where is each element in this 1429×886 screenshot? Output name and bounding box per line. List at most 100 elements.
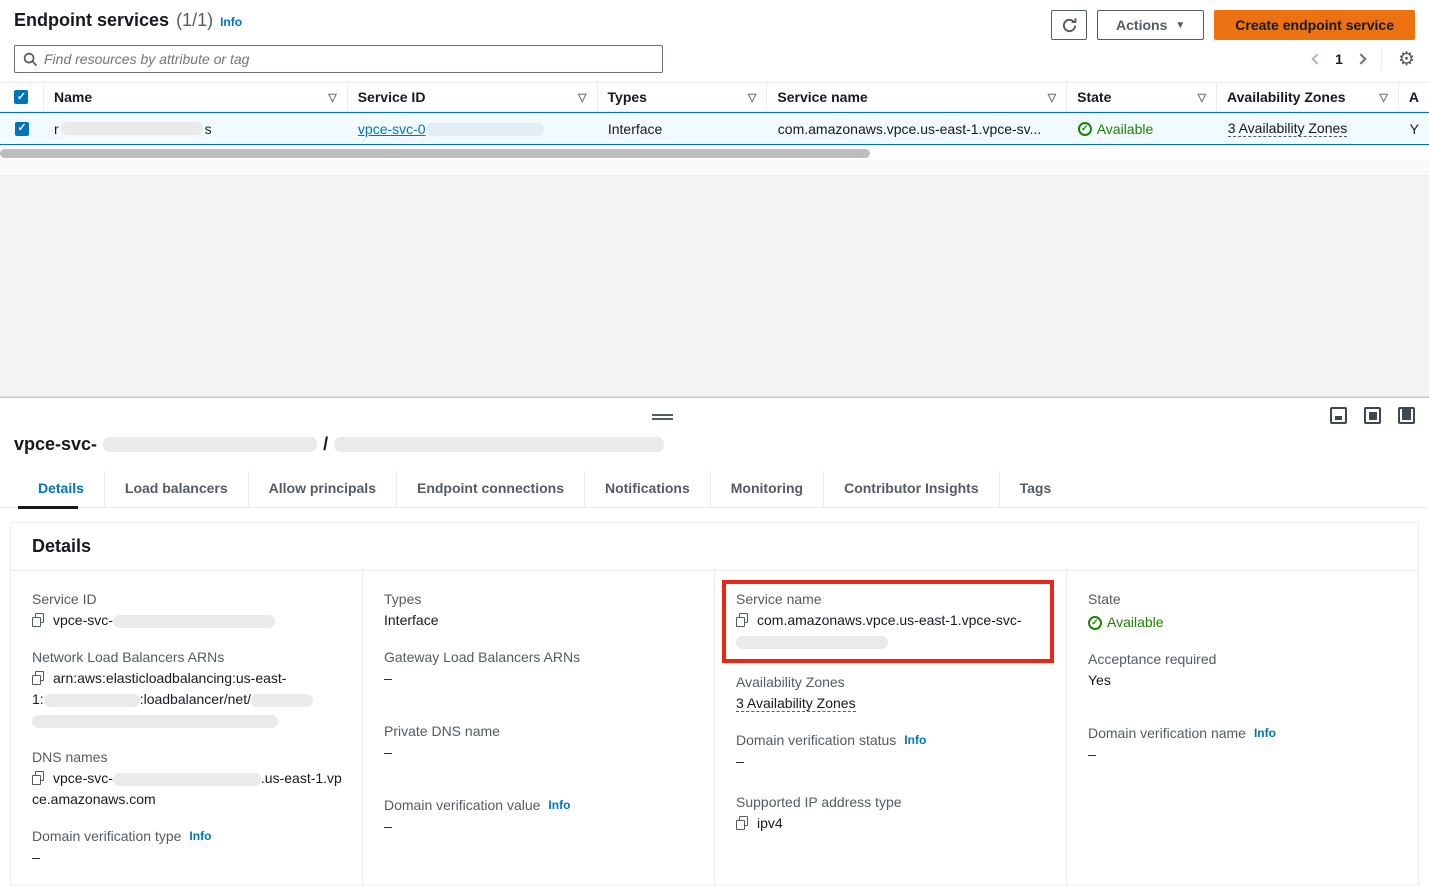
info-link[interactable]: Info xyxy=(1254,726,1276,740)
sort-icon[interactable]: ▽ xyxy=(748,91,756,104)
field-supported-ip: Supported IP address type ipv4 xyxy=(736,794,1046,834)
info-link[interactable]: Info xyxy=(548,798,570,812)
sort-icon[interactable]: ▽ xyxy=(578,91,586,104)
field-service-id: Service ID vpce-svc- xyxy=(32,591,342,631)
page-title: Endpoint services xyxy=(14,10,169,31)
horizontal-scrollbar-thumb[interactable] xyxy=(0,149,870,158)
header-info-link[interactable]: Info xyxy=(220,15,242,29)
tab-monitoring[interactable]: Monitoring xyxy=(711,471,824,507)
tab-tags[interactable]: Tags xyxy=(1000,471,1072,507)
sort-icon[interactable]: ▽ xyxy=(1379,91,1387,104)
tab-notifications[interactable]: Notifications xyxy=(585,471,711,507)
tab-load-balancers[interactable]: Load balancers xyxy=(105,471,249,507)
panel-title: vpce-svc- / xyxy=(0,398,1429,455)
endpoint-services-table: ✓ Name ▽ Service ID ▽ Types ▽ Service na… xyxy=(0,82,1429,145)
next-page-icon[interactable] xyxy=(1355,53,1366,64)
search-input[interactable] xyxy=(44,51,654,67)
row-checkbox[interactable]: ✓ xyxy=(15,122,29,136)
caret-down-icon: ▼ xyxy=(1175,20,1185,31)
redacted-value xyxy=(251,694,313,707)
check-circle-icon: ✓ xyxy=(1078,122,1092,136)
column-header-service-id[interactable]: Service ID ▽ xyxy=(348,83,598,111)
column-header-name[interactable]: Name ▽ xyxy=(44,83,348,111)
header-buttons: Actions ▼ Create endpoint service xyxy=(1051,10,1415,40)
toolbar-row: 1 ⚙ xyxy=(0,40,1429,74)
create-endpoint-service-button[interactable]: Create endpoint service xyxy=(1214,10,1415,40)
redacted-value xyxy=(113,615,275,628)
redacted-value xyxy=(44,694,140,707)
redacted-value xyxy=(113,773,261,786)
tab-details[interactable]: Details xyxy=(18,471,105,507)
column-header-availability-zones[interactable]: Availability Zones ▽ xyxy=(1217,83,1399,111)
info-link[interactable]: Info xyxy=(189,829,211,843)
column-header-types[interactable]: Types ▽ xyxy=(598,83,768,111)
row-name-cell: rs xyxy=(44,113,348,144)
empty-background-area xyxy=(0,176,1429,397)
page-header: Endpoint services (1/1) Info Actions ▼ C… xyxy=(0,0,1429,40)
sort-icon[interactable]: ▽ xyxy=(328,91,336,104)
select-all-checkbox-cell: ✓ xyxy=(0,83,44,111)
field-availability-zones: Availability Zones 3 Availability Zones xyxy=(736,674,1046,714)
panel-position-bottom-icon[interactable] xyxy=(1330,407,1347,424)
check-circle-icon: ✓ xyxy=(1088,616,1102,630)
sort-icon[interactable]: ▽ xyxy=(1048,91,1056,104)
details-card: Details Service ID vpce-svc- Network Loa… xyxy=(10,522,1419,886)
tab-endpoint-connections[interactable]: Endpoint connections xyxy=(397,471,585,507)
redacted-name xyxy=(61,122,203,135)
status-badge: ✓Available xyxy=(1078,121,1154,137)
panel-position-split-icon[interactable] xyxy=(1364,407,1381,424)
details-card-body: Service ID vpce-svc- Network Load Balanc… xyxy=(11,571,1418,886)
column-header-state[interactable]: State ▽ xyxy=(1067,83,1217,111)
previous-page-icon[interactable] xyxy=(1311,53,1322,64)
column-header-service-name[interactable]: Service name ▽ xyxy=(767,83,1067,111)
field-gateway-lb-arns: Gateway Load Balancers ARNs – xyxy=(384,649,694,689)
tab-contributor-insights[interactable]: Contributor Insights xyxy=(824,471,1000,507)
field-dns-names: DNS names vpce-svc-.us-east-1.vpce.amazo… xyxy=(32,749,342,810)
details-column-3: Service name com.amazonaws.vpce.us-east-… xyxy=(714,571,1066,886)
pagination: 1 ⚙ xyxy=(1313,48,1415,70)
page-number[interactable]: 1 xyxy=(1335,51,1343,67)
pagination-divider xyxy=(1381,48,1382,70)
panel-tabs: Details Load balancers Allow principals … xyxy=(0,471,1429,508)
availability-zones-popover[interactable]: 3 Availability Zones xyxy=(736,695,856,712)
info-link[interactable]: Info xyxy=(904,733,926,747)
detail-split-panel: vpce-svc- / Details Load balancers Allow… xyxy=(0,397,1429,886)
endpoint-services-section: Endpoint services (1/1) Info Actions ▼ C… xyxy=(0,0,1429,176)
redacted-service-id-title xyxy=(103,437,317,452)
field-private-dns-name: Private DNS name – xyxy=(384,723,694,763)
field-state: State ✓Available xyxy=(1088,591,1398,633)
search-box[interactable] xyxy=(14,45,663,73)
copy-icon[interactable] xyxy=(32,771,44,785)
service-name-highlight-box: Service name com.amazonaws.vpce.us-east-… xyxy=(722,580,1054,663)
settings-gear-icon[interactable]: ⚙ xyxy=(1398,50,1415,69)
details-heading: Details xyxy=(32,536,1397,557)
sort-icon[interactable]: ▽ xyxy=(1198,91,1206,104)
field-nlb-arns: Network Load Balancers ARNs arn:aws:elas… xyxy=(32,649,342,731)
copy-icon[interactable] xyxy=(32,613,44,627)
panel-position-side-icon[interactable] xyxy=(1398,407,1415,424)
service-id-link[interactable]: vpce-svc-0 xyxy=(358,121,544,137)
resource-count: (1/1) xyxy=(176,10,213,31)
table-footer-strip xyxy=(0,160,1429,176)
table-row[interactable]: ✓ rs vpce-svc-0 Interface com.amazonaws.… xyxy=(0,112,1429,145)
actions-label: Actions xyxy=(1116,17,1167,33)
redacted-service-id xyxy=(426,123,544,136)
field-domain-verification-value: Domain verification valueInfo – xyxy=(384,797,694,837)
select-all-checkbox[interactable]: ✓ xyxy=(14,90,28,104)
tab-allow-principals[interactable]: Allow principals xyxy=(249,471,397,507)
field-service-name: Service name com.amazonaws.vpce.us-east-… xyxy=(736,591,1042,652)
details-column-4: State ✓Available Acceptance required Yes… xyxy=(1066,571,1418,886)
row-service-name-cell: com.amazonaws.vpce.us-east-1.vpce-sv... xyxy=(768,113,1068,144)
copy-icon[interactable] xyxy=(32,671,44,685)
column-header-acceptance[interactable]: A xyxy=(1399,83,1429,111)
actions-button[interactable]: Actions ▼ xyxy=(1097,10,1204,40)
copy-icon[interactable] xyxy=(736,613,748,627)
field-types: Types Interface xyxy=(384,591,694,631)
row-service-id-cell: vpce-svc-0 xyxy=(348,113,598,144)
details-column-2: Types Interface Gateway Load Balancers A… xyxy=(362,571,714,886)
row-types-cell: Interface xyxy=(598,113,768,144)
panel-drag-handle-icon[interactable] xyxy=(652,414,673,422)
refresh-button[interactable] xyxy=(1051,10,1087,40)
copy-icon[interactable] xyxy=(736,816,748,830)
availability-zones-popover[interactable]: 3 Availability Zones xyxy=(1228,120,1348,137)
